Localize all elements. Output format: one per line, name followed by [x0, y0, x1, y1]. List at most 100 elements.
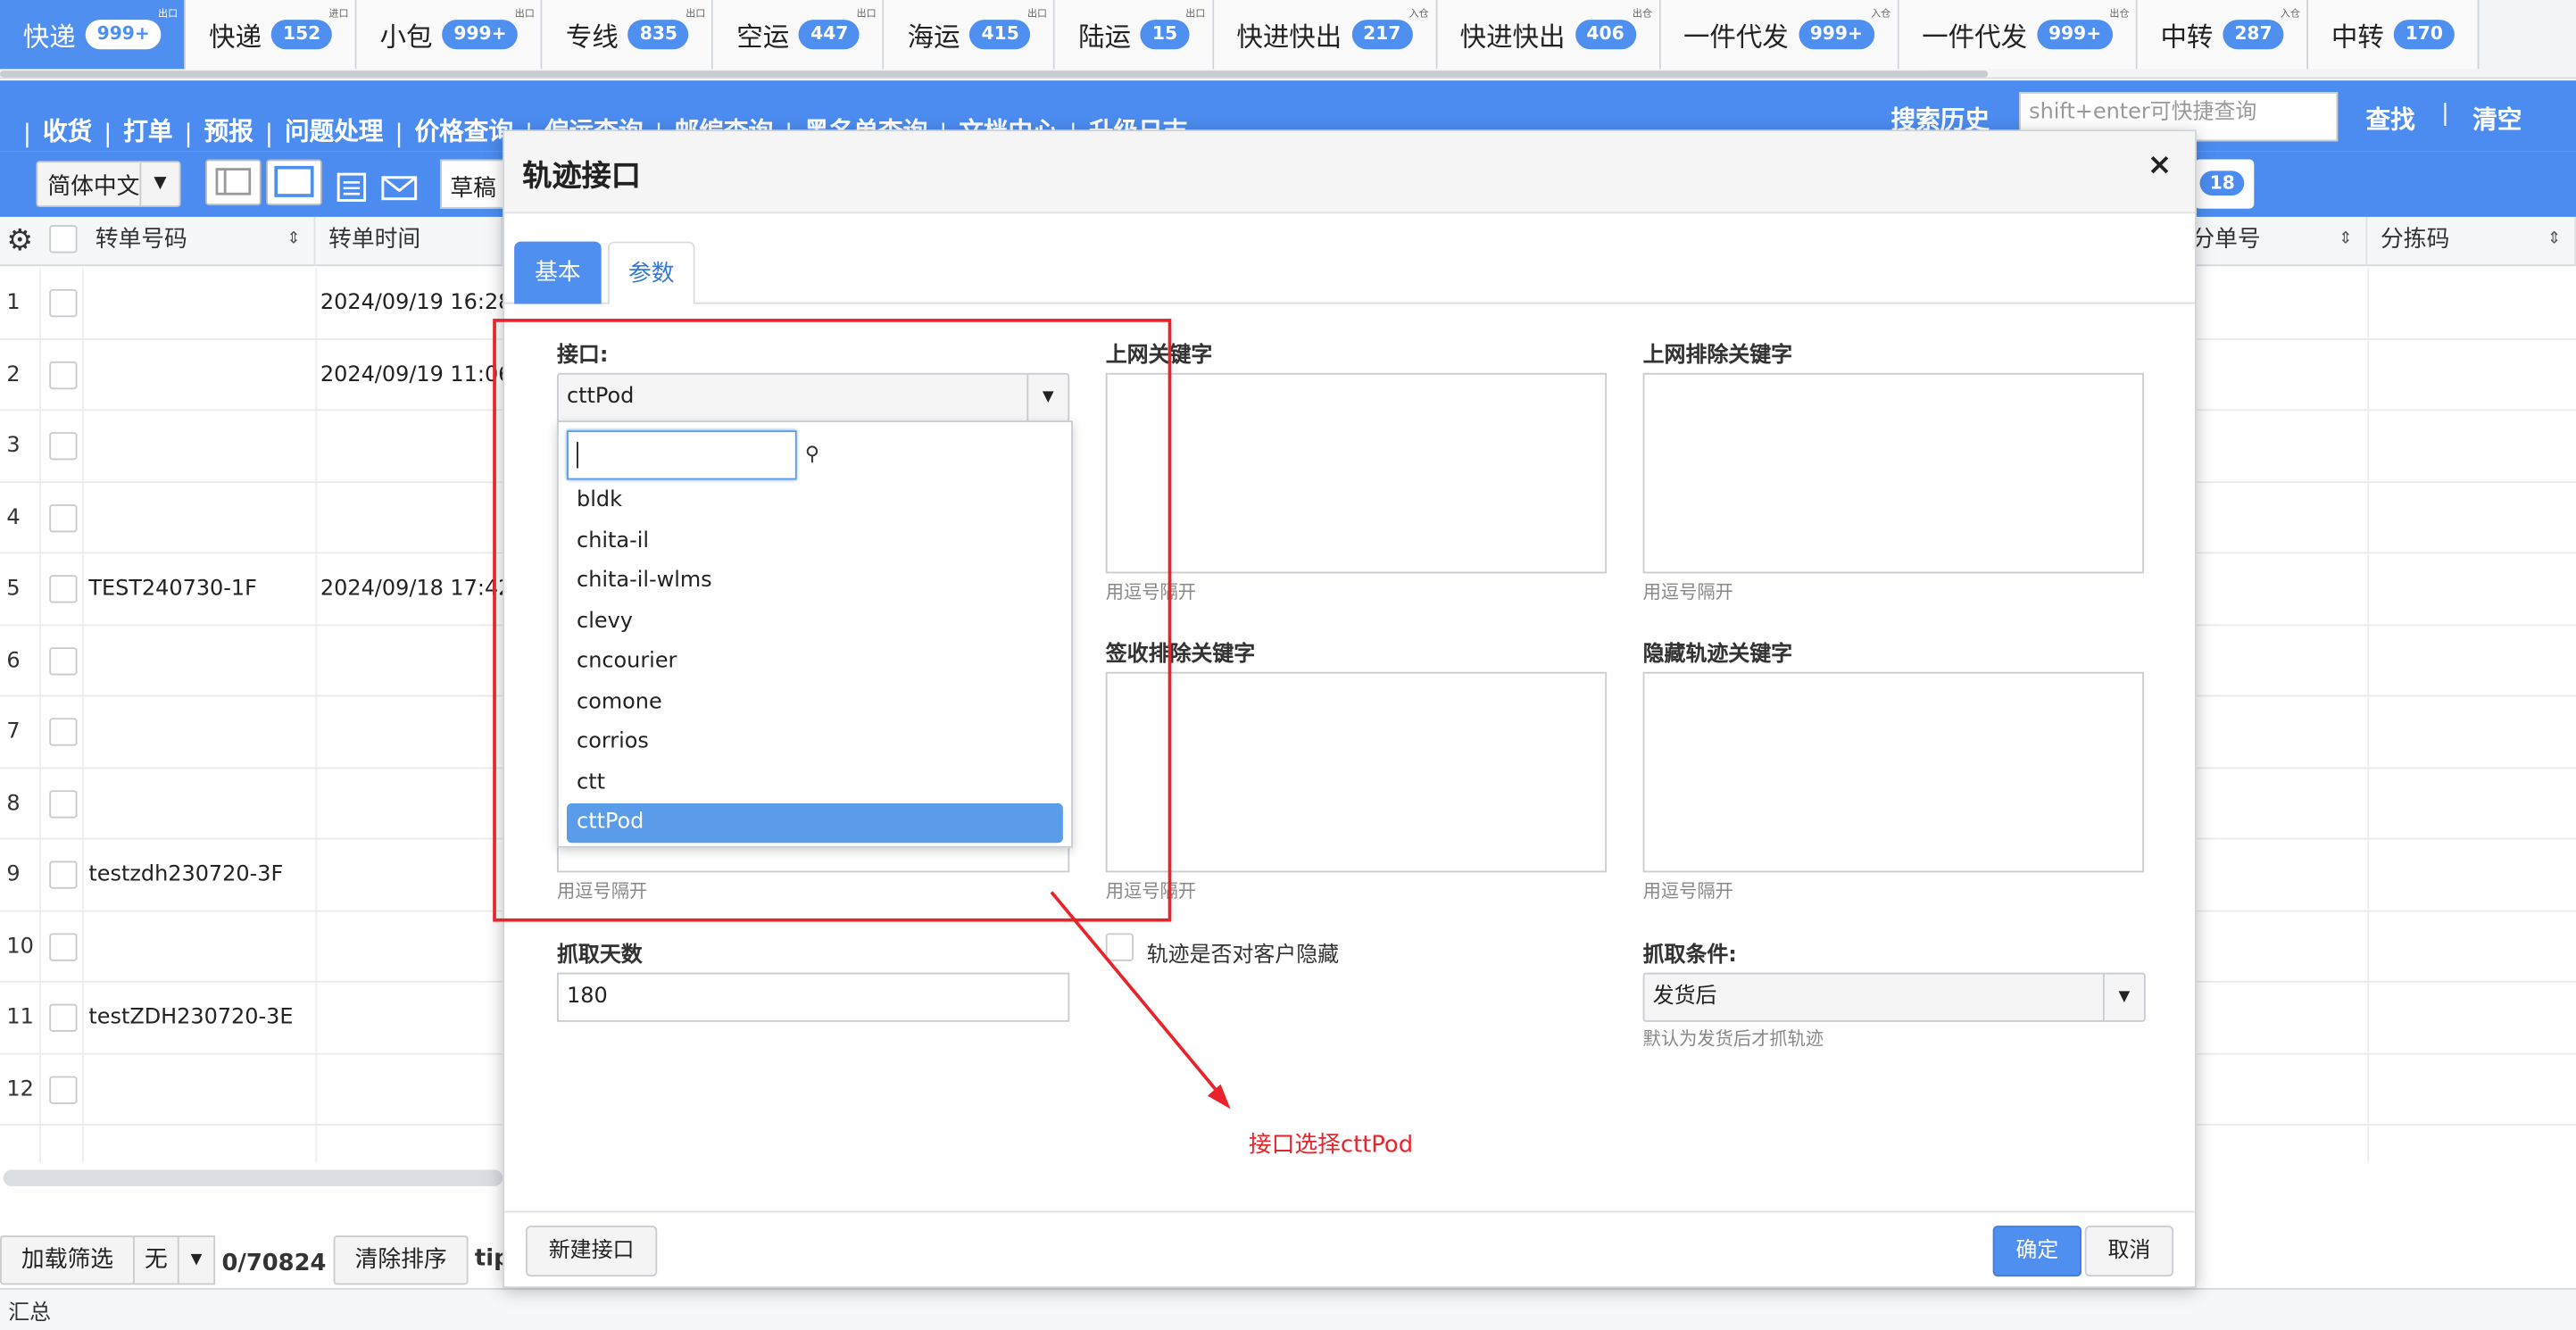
- tab-tag: 入仓: [2280, 8, 2300, 21]
- tab-sea[interactable]: 海运 415 出口: [884, 0, 1056, 70]
- sort-icon[interactable]: ⇕: [287, 217, 300, 263]
- column-header-order-no[interactable]: 转单号码 ⇕: [82, 216, 316, 267]
- tab-badge: 287: [2223, 20, 2284, 50]
- nav-separator: |: [395, 118, 403, 148]
- tab-dropship-in[interactable]: 一件代发 999+ 入仓: [1660, 0, 1899, 70]
- annotation-highlight-box: [493, 319, 1172, 922]
- row-order-no: TEST240730-1F: [88, 577, 257, 602]
- split-view-icon: [215, 168, 252, 195]
- hide-keywords-label: 隐藏轨迹关键字: [1642, 642, 1793, 668]
- tab-fast-out[interactable]: 快进快出 406 出仓: [1436, 0, 1661, 70]
- row-checkbox[interactable]: [49, 575, 78, 603]
- confirm-button[interactable]: 确定: [1992, 1226, 2082, 1277]
- tab-special-line[interactable]: 专线 835 出口: [543, 0, 714, 70]
- select-all-checkbox[interactable]: [49, 225, 78, 254]
- tab-tag: 出仓: [2109, 8, 2130, 21]
- tab-fast-in[interactable]: 快进快出 217 入仓: [1213, 0, 1437, 70]
- tab-transit-in[interactable]: 中转 287 入仓: [2137, 0, 2309, 70]
- online-exclude-textarea[interactable]: [1642, 372, 2144, 574]
- row-index: 2: [6, 362, 21, 387]
- cancel-button[interactable]: 取消: [2084, 1226, 2174, 1277]
- table-horizontal-scrollbar[interactable]: [3, 1169, 503, 1186]
- single-view-icon: [274, 165, 314, 197]
- annotation-arrow-icon: [1050, 891, 1231, 1110]
- mail-icon[interactable]: [381, 170, 418, 204]
- row-checkbox[interactable]: [49, 718, 78, 746]
- nav-item-receive[interactable]: 收货: [35, 113, 101, 148]
- tab-label: 快进快出: [1459, 21, 1566, 53]
- row-checkbox[interactable]: [49, 288, 78, 318]
- online-keywords-textarea[interactable]: [1105, 372, 1608, 574]
- fetch-days-input[interactable]: 180: [556, 972, 1070, 1022]
- clear-sort-button[interactable]: 清除排序: [333, 1235, 469, 1285]
- hide-keywords-textarea[interactable]: [1642, 671, 2144, 873]
- summary-label: 汇总: [8, 1301, 52, 1326]
- nav-item-print[interactable]: 打单: [115, 113, 181, 148]
- row-index: 11: [6, 1005, 34, 1031]
- close-icon[interactable]: ×: [2148, 148, 2173, 183]
- filter-value: 无: [144, 1247, 168, 1274]
- fetch-condition-select[interactable]: 发货后 ▼: [1642, 972, 2146, 1022]
- load-filter-button[interactable]: 加载筛选: [0, 1235, 135, 1285]
- tab-label: 小包: [379, 21, 433, 53]
- row-checkbox[interactable]: [49, 432, 78, 461]
- tab-dropship-out[interactable]: 一件代发 999+ 出仓: [1899, 0, 2138, 70]
- tab-express-import[interactable]: 快递 152 进口: [186, 0, 357, 70]
- dialog-header: 轨迹接口 ×: [504, 131, 2196, 214]
- tab-small-parcel[interactable]: 小包 999+ 出口: [356, 0, 544, 70]
- chevron-down-icon: ▼: [177, 1236, 213, 1284]
- sort-icon[interactable]: ⇕: [2547, 217, 2561, 263]
- clear-button[interactable]: 清空: [2472, 102, 2522, 137]
- column-header-sort-code[interactable]: 分拣码 ⇕: [2367, 216, 2576, 267]
- row-checkbox[interactable]: [49, 646, 78, 675]
- tab-badge: 835: [627, 20, 689, 50]
- tab-tag: 出口: [158, 8, 179, 21]
- app-root: 快递 999+ 出口 快递 152 进口 小包 999+ 出口 专线 835 出口 空运 447 出…: [0, 0, 2576, 1330]
- row-index: 5: [6, 577, 21, 602]
- find-button[interactable]: 查找: [2365, 102, 2414, 137]
- filter-select[interactable]: 无 ▼: [133, 1235, 216, 1285]
- tab-tag: 进口: [328, 8, 349, 21]
- online-exclude-hint: 用逗号隔开: [1642, 581, 1733, 603]
- new-interface-button[interactable]: 新建接口: [525, 1226, 658, 1277]
- tab-label: 一件代发: [1922, 21, 2028, 53]
- count-pill[interactable]: 18: [2195, 159, 2255, 209]
- dialog-tabs: 基本 参数: [504, 238, 2196, 304]
- row-checkbox[interactable]: [49, 1075, 78, 1103]
- sign-exclude-textarea[interactable]: [1105, 671, 1608, 873]
- row-checkbox[interactable]: [49, 932, 78, 960]
- row-index: 7: [6, 719, 21, 744]
- nav-item-issues[interactable]: 问题处理: [277, 113, 392, 148]
- column-header-sub-no[interactable]: 分单号 ⇕: [2179, 216, 2368, 267]
- row-index: 10: [6, 934, 34, 959]
- row-checkbox[interactable]: [49, 361, 78, 389]
- nav-separator: |: [264, 118, 274, 148]
- row-checkbox[interactable]: [49, 789, 78, 818]
- row-checkbox[interactable]: [49, 503, 78, 532]
- tab-express-export[interactable]: 快递 999+ 出口: [0, 0, 187, 70]
- tab-strip-scrollbar[interactable]: [0, 71, 1989, 78]
- chevron-down-icon: ▼: [139, 162, 179, 206]
- tab-label: 快递: [209, 21, 262, 53]
- nav-item-forecast[interactable]: 预报: [195, 113, 262, 148]
- list-icon[interactable]: [335, 170, 368, 204]
- tab-params[interactable]: 参数: [608, 241, 695, 304]
- tab-label: 中转: [2331, 21, 2384, 53]
- tab-air[interactable]: 空运 447 出口: [713, 0, 885, 70]
- language-select[interactable]: 简体中文 ▼: [36, 161, 181, 207]
- column-label: 分单号: [2191, 227, 2261, 254]
- tab-basic[interactable]: 基本: [514, 241, 602, 304]
- sort-icon[interactable]: ⇕: [2339, 217, 2352, 263]
- tab-transit-out[interactable]: 中转 170: [2308, 0, 2480, 70]
- gear-icon[interactable]: ⚙: [6, 223, 33, 258]
- fetch-days-label: 抓取天数: [556, 943, 643, 968]
- tab-badge: 999+: [2037, 20, 2114, 50]
- layout-single-button[interactable]: [266, 159, 322, 206]
- row-checkbox[interactable]: [49, 860, 78, 889]
- row-checkbox[interactable]: [49, 1003, 78, 1032]
- draft-select[interactable]: 草稿: [440, 159, 506, 209]
- layout-split-button[interactable]: [205, 159, 262, 206]
- tab-land[interactable]: 陆运 15 出口: [1055, 0, 1214, 70]
- column-header-order-time[interactable]: 转单时间: [315, 216, 503, 267]
- fetch-condition-value: 发货后: [1652, 984, 1717, 1010]
